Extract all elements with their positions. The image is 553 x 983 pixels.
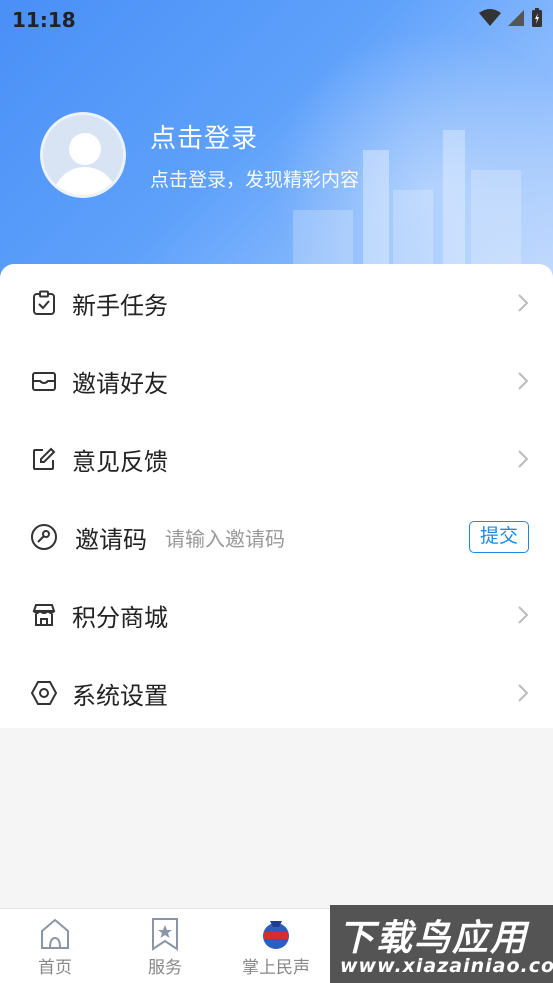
profile-login-area[interactable]: 点击登录 点击登录，发现精彩内容 <box>40 112 359 198</box>
tab-label: 首页 <box>38 958 72 978</box>
invite-code-input[interactable]: 请输入邀请码 <box>165 523 285 552</box>
avatar[interactable] <box>40 112 126 198</box>
status-bar: 11:18 <box>0 0 553 38</box>
menu-item-label: 邀请好友 <box>72 369 168 398</box>
battery-icon <box>532 8 542 27</box>
tab-label: 掌上民声 <box>242 958 310 978</box>
chevron-right-icon <box>518 450 529 468</box>
menu-item-points-mall[interactable]: 积分商城 <box>0 576 553 654</box>
invite-code-label: 邀请码 <box>75 525 147 554</box>
menu-item-label: 新手任务 <box>72 291 168 320</box>
menu-item-invite-friends[interactable]: 邀请好友 <box>0 342 553 420</box>
watermark-overlay: 下载鸟应用 www.xiazainiao.com <box>330 905 553 983</box>
minsheng-logo-icon <box>263 921 289 949</box>
status-time: 11:18 <box>12 8 76 32</box>
invite-envelope-icon <box>30 367 58 395</box>
chevron-right-icon <box>518 606 529 624</box>
login-title[interactable]: 点击登录 <box>150 118 359 155</box>
menu-item-newbie-tasks[interactable]: 新手任务 <box>0 264 553 342</box>
menu-item-system-settings[interactable]: 系统设置 <box>0 654 553 732</box>
tab-label: 服务 <box>148 958 182 978</box>
watermark-url: www.xiazainiao.com <box>340 955 553 977</box>
key-icon <box>30 523 58 551</box>
submit-button[interactable]: 提交 <box>468 521 529 553</box>
tab-home[interactable]: 首页 <box>0 909 110 983</box>
store-icon <box>30 601 58 629</box>
menu-item-label: 意见反馈 <box>72 447 168 476</box>
menu-item-label: 积分商城 <box>72 603 168 632</box>
settings-hexagon-icon <box>30 679 58 707</box>
menu-item-invite-code: 邀请码 请输入邀请码 提交 <box>0 498 553 576</box>
tab-services[interactable]: 服务 <box>110 909 220 983</box>
task-check-icon <box>30 289 58 317</box>
menu-item-label: 系统设置 <box>72 681 168 710</box>
signal-icon <box>508 10 524 26</box>
chevron-right-icon <box>518 294 529 312</box>
chevron-right-icon <box>518 684 529 702</box>
watermark-title: 下载鸟应用 <box>338 918 529 959</box>
home-icon <box>41 918 69 949</box>
bookmark-star-icon <box>152 918 178 951</box>
menu-card: 新手任务 邀请好友 意见反馈 邀请码 请输入邀请码 提交 积分商城 系统设置 <box>0 264 553 728</box>
chevron-right-icon <box>518 372 529 390</box>
edit-feedback-icon <box>30 445 58 473</box>
tab-minsheng[interactable]: 掌上民声 <box>221 909 331 983</box>
wifi-icon <box>479 9 501 26</box>
menu-item-feedback[interactable]: 意见反馈 <box>0 420 553 498</box>
login-subtitle: 点击登录，发现精彩内容 <box>150 169 360 191</box>
